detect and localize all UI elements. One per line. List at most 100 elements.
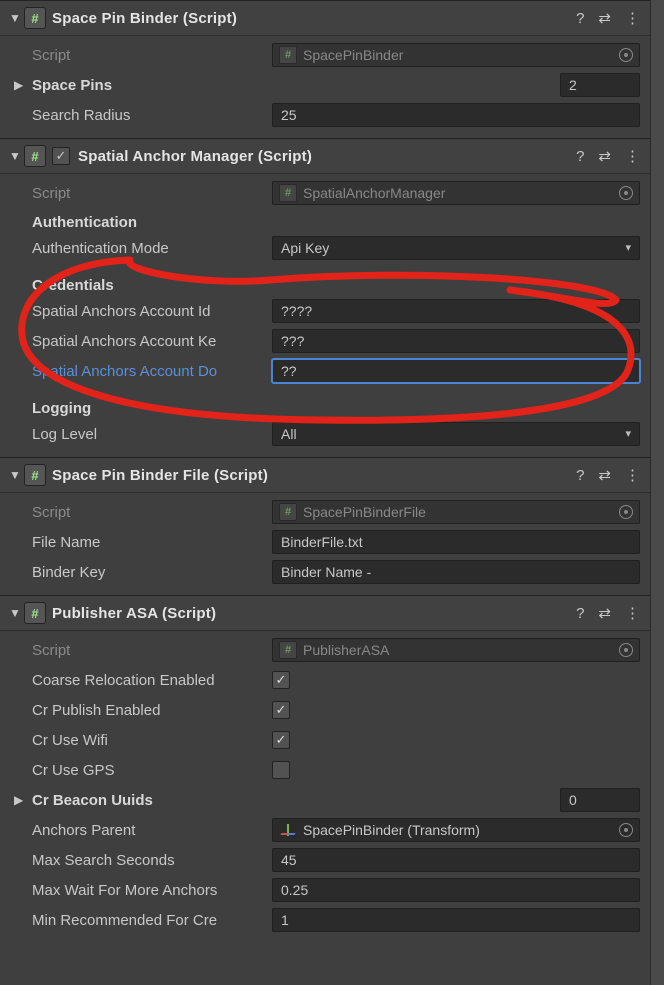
component-header-spatial-anchor-manager[interactable]: ▼ # ✓ Spatial Anchor Manager (Script) ? … xyxy=(0,138,650,174)
max-search-sec-value: 45 xyxy=(281,848,297,872)
account-id-value: ???? xyxy=(281,299,312,323)
cr-beacon-count-field[interactable]: 0 xyxy=(560,788,640,812)
auth-mode-dropdown[interactable]: Api Key ▾ xyxy=(272,236,640,260)
chevron-down-icon: ▾ xyxy=(625,236,631,260)
foldout-icon[interactable]: ▼ xyxy=(8,468,22,482)
foldout-icon[interactable]: ▶ xyxy=(14,78,28,92)
anchors-parent-value: SpacePinBinder (Transform) xyxy=(303,818,480,842)
script-value: PublisherASA xyxy=(303,638,389,662)
transform-icon xyxy=(279,821,297,839)
component-title: Publisher ASA (Script) xyxy=(52,605,576,622)
component-title: Spatial Anchor Manager (Script) xyxy=(78,148,576,165)
cr-beacon-count: 0 xyxy=(569,788,577,812)
account-key-value: ??? xyxy=(281,329,304,353)
authentication-heading: Authentication xyxy=(0,208,650,233)
help-icon[interactable]: ? xyxy=(576,149,584,164)
script-value: SpacePinBinder xyxy=(303,43,403,67)
kebab-menu-icon[interactable]: ⋮ xyxy=(625,149,638,164)
script-label: Script xyxy=(32,47,272,64)
anchors-parent-field[interactable]: SpacePinBinder (Transform) xyxy=(272,818,640,842)
auth-mode-value: Api Key xyxy=(281,236,329,260)
search-radius-field[interactable]: 25 xyxy=(272,103,640,127)
cr-beacon-label: Cr Beacon Uuids xyxy=(32,792,272,809)
min-rec-label: Min Recommended For Cre xyxy=(32,912,272,929)
object-picker-icon[interactable] xyxy=(619,186,633,200)
preset-icon[interactable]: ⇄ xyxy=(598,606,611,621)
cr-publish-label: Cr Publish Enabled xyxy=(32,702,272,719)
preset-icon[interactable]: ⇄ xyxy=(598,149,611,164)
help-icon[interactable]: ? xyxy=(576,468,584,483)
script-label: Script xyxy=(32,504,272,521)
script-label: Script xyxy=(32,185,272,202)
max-wait-field[interactable]: 0.25 xyxy=(272,878,640,902)
coarse-reloc-checkbox[interactable]: ✓ xyxy=(272,671,290,689)
auth-mode-label: Authentication Mode xyxy=(32,240,272,257)
space-pins-count-field[interactable]: 2 xyxy=(560,73,640,97)
file-name-field[interactable]: BinderFile.txt xyxy=(272,530,640,554)
help-icon[interactable]: ? xyxy=(576,606,584,621)
binder-key-field[interactable]: Binder Name - xyxy=(272,560,640,584)
component-header-publisher-asa[interactable]: ▼ # Publisher ASA (Script) ? ⇄ ⋮ xyxy=(0,595,650,631)
kebab-menu-icon[interactable]: ⋮ xyxy=(625,468,638,483)
script-asset-icon: # xyxy=(279,184,297,202)
binder-key-label: Binder Key xyxy=(32,564,272,581)
account-id-label: Spatial Anchors Account Id xyxy=(32,303,272,320)
cr-use-wifi-label: Cr Use Wifi xyxy=(32,732,272,749)
script-icon: # xyxy=(24,602,46,624)
account-domain-label: Spatial Anchors Account Do xyxy=(32,363,272,380)
logging-heading: Logging xyxy=(0,386,650,419)
script-object-field[interactable]: # SpatialAnchorManager xyxy=(272,181,640,205)
script-value: SpatialAnchorManager xyxy=(303,181,445,205)
script-asset-icon: # xyxy=(279,503,297,521)
space-pins-count: 2 xyxy=(569,73,577,97)
foldout-icon[interactable]: ▶ xyxy=(14,793,28,807)
account-key-field[interactable]: ??? xyxy=(272,329,640,353)
foldout-icon[interactable]: ▼ xyxy=(8,11,22,25)
account-domain-field[interactable]: ?? xyxy=(272,359,640,383)
binder-key-value: Binder Name - xyxy=(281,560,371,584)
script-asset-icon: # xyxy=(279,46,297,64)
chevron-down-icon: ▾ xyxy=(625,422,631,446)
script-object-field[interactable]: # PublisherASA xyxy=(272,638,640,662)
min-rec-field[interactable]: 1 xyxy=(272,908,640,932)
max-search-sec-label: Max Search Seconds xyxy=(32,852,272,869)
log-level-value: All xyxy=(281,422,297,446)
space-pins-label: Space Pins xyxy=(32,77,272,94)
component-enable-checkbox[interactable]: ✓ xyxy=(52,147,70,165)
object-picker-icon[interactable] xyxy=(619,823,633,837)
log-level-label: Log Level xyxy=(32,426,272,443)
object-picker-icon[interactable] xyxy=(619,48,633,62)
script-icon: # xyxy=(24,145,46,167)
cr-use-gps-checkbox[interactable] xyxy=(272,761,290,779)
credentials-heading: Credentials xyxy=(0,263,650,296)
component-header-space-pin-binder[interactable]: ▼ # Space Pin Binder (Script) ? ⇄ ⋮ xyxy=(0,0,650,36)
file-name-label: File Name xyxy=(32,534,272,551)
log-level-dropdown[interactable]: All ▾ xyxy=(272,422,640,446)
min-rec-value: 1 xyxy=(281,908,289,932)
script-icon: # xyxy=(24,464,46,486)
component-header-space-pin-binder-file[interactable]: ▼ # Space Pin Binder File (Script) ? ⇄ ⋮ xyxy=(0,457,650,493)
preset-icon[interactable]: ⇄ xyxy=(598,11,611,26)
account-domain-value: ?? xyxy=(281,359,297,383)
foldout-icon[interactable]: ▼ xyxy=(8,606,22,620)
search-radius-value: 25 xyxy=(281,103,297,127)
cr-publish-checkbox[interactable]: ✓ xyxy=(272,701,290,719)
anchors-parent-label: Anchors Parent xyxy=(32,822,272,839)
max-wait-label: Max Wait For More Anchors xyxy=(32,882,272,899)
kebab-menu-icon[interactable]: ⋮ xyxy=(625,11,638,26)
object-picker-icon[interactable] xyxy=(619,643,633,657)
script-object-field[interactable]: # SpacePinBinderFile xyxy=(272,500,640,524)
preset-icon[interactable]: ⇄ xyxy=(598,468,611,483)
script-value: SpacePinBinderFile xyxy=(303,500,426,524)
max-search-sec-field[interactable]: 45 xyxy=(272,848,640,872)
help-icon[interactable]: ? xyxy=(576,11,584,26)
script-object-field[interactable]: # SpacePinBinder xyxy=(272,43,640,67)
object-picker-icon[interactable] xyxy=(619,505,633,519)
scrollbar[interactable] xyxy=(650,0,664,985)
max-wait-value: 0.25 xyxy=(281,878,308,902)
foldout-icon[interactable]: ▼ xyxy=(8,149,22,163)
kebab-menu-icon[interactable]: ⋮ xyxy=(625,606,638,621)
account-id-field[interactable]: ???? xyxy=(272,299,640,323)
cr-use-wifi-checkbox[interactable]: ✓ xyxy=(272,731,290,749)
file-name-value: BinderFile.txt xyxy=(281,530,363,554)
